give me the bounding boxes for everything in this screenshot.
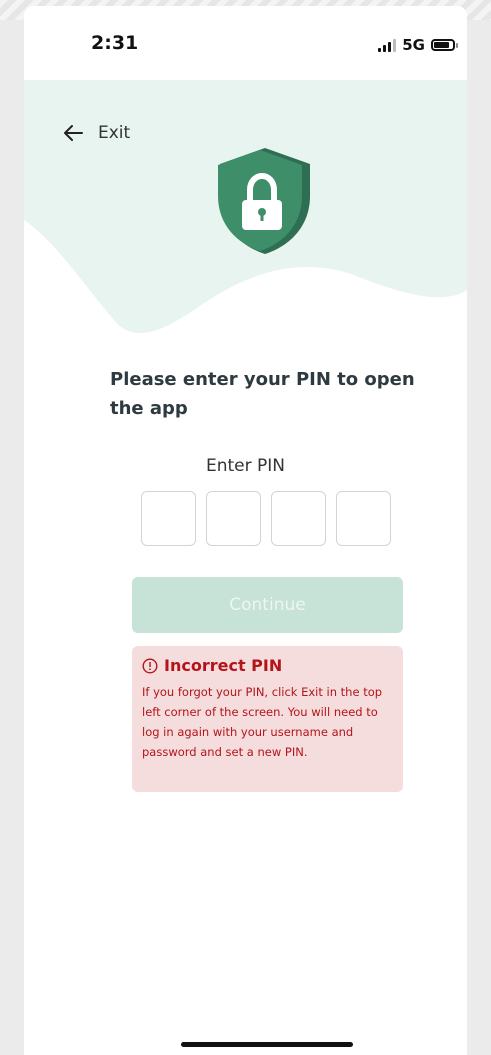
battery-icon <box>431 39 458 51</box>
pin-label: Enter PIN <box>205 456 285 476</box>
continue-button[interactable]: Continue <box>132 577 403 633</box>
shield-lock-icon <box>218 148 310 254</box>
arrow-left-icon <box>64 125 83 141</box>
status-bar: 2:31 5G <box>24 6 467 80</box>
home-indicator[interactable] <box>181 1042 353 1047</box>
pin-digit-1[interactable] <box>141 491 196 546</box>
alert-circle-icon <box>142 657 158 674</box>
status-time: 2:31 <box>91 32 139 54</box>
signal-icon <box>378 38 397 52</box>
status-indicators: 5G <box>378 36 458 54</box>
phone-screen: 2:31 5G Exit Please enter your PIN to op… <box>24 6 467 1055</box>
error-alert: Incorrect PIN If you forgot your PIN, cl… <box>132 646 403 792</box>
pin-digit-3[interactable] <box>271 491 326 546</box>
error-message: If you forgot your PIN, click Exit in th… <box>142 685 383 759</box>
pin-input-group <box>141 491 391 546</box>
exit-button[interactable]: Exit <box>62 123 130 143</box>
exit-label: Exit <box>98 123 131 143</box>
network-type: 5G <box>402 36 425 54</box>
error-title: Incorrect PIN <box>164 656 283 675</box>
pin-digit-2[interactable] <box>206 491 261 546</box>
error-header: Incorrect PIN <box>142 656 393 675</box>
page-title: Please enter your PIN to open the app <box>110 369 415 419</box>
pin-digit-4[interactable] <box>336 491 391 546</box>
